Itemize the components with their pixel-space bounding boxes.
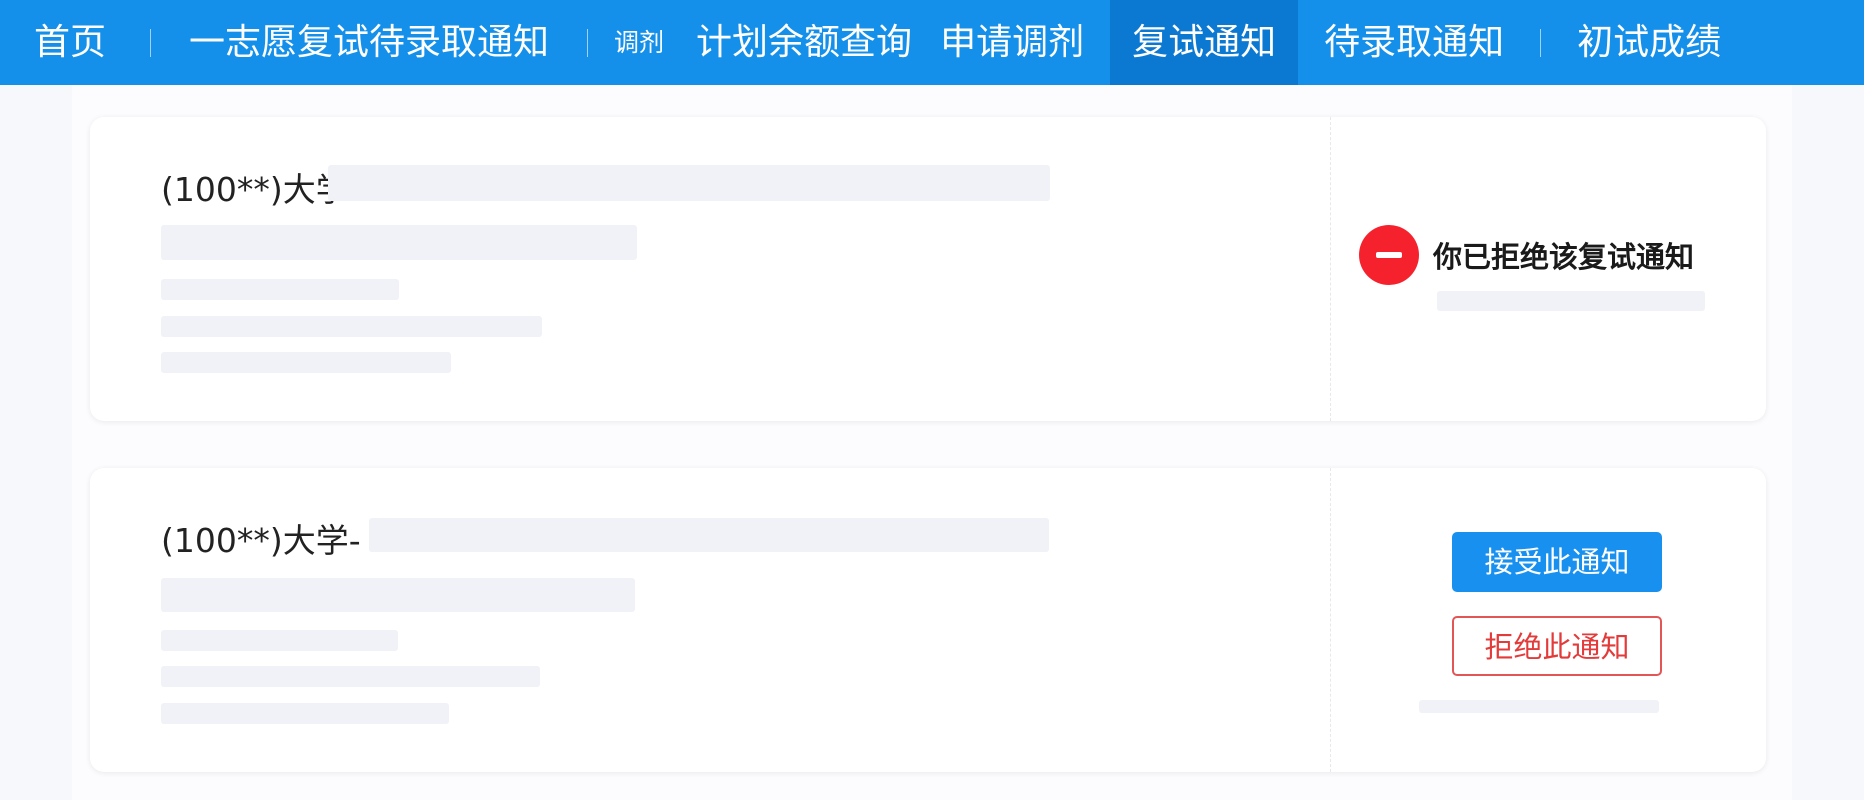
card-divider — [1330, 117, 1331, 421]
nav-separator — [587, 28, 589, 57]
redacted-line — [161, 703, 449, 724]
status-text: 你已拒绝该复试通知 — [1433, 240, 1695, 274]
redacted-line — [161, 666, 540, 687]
reject-notice-button[interactable]: 拒绝此通知 — [1452, 616, 1662, 676]
nav-separator — [150, 28, 152, 57]
nav-item-adjustment[interactable]: 调剂 — [614, 0, 664, 85]
card-divider — [1330, 468, 1331, 772]
redacted-line — [161, 225, 637, 260]
nav-item-pending-admission[interactable]: 待录取通知 — [1324, 0, 1504, 85]
redacted-status-detail — [1437, 291, 1705, 311]
school-title: (100**)大学- — [161, 514, 361, 562]
nav-separator — [1540, 28, 1542, 57]
redacted-action-detail — [1419, 700, 1659, 713]
redacted-line — [161, 578, 635, 612]
redacted-line — [161, 279, 399, 300]
nav-item-initial-score[interactable]: 初试成绩 — [1577, 0, 1721, 85]
rejected-status: 你已拒绝该复试通知 — [1359, 225, 1694, 285]
redacted-program — [369, 518, 1049, 552]
notice-list: (100**)大学- 你已拒绝该复试通知 (100**)大学- 接受此通知 拒绝… — [72, 85, 1792, 800]
nav-item-retest-notice[interactable]: 复试通知 — [1110, 0, 1299, 85]
top-nav: 首页 一志愿复试待录取通知 调剂 计划余额查询 申请调剂 复试通知 待录取通知 … — [0, 0, 1864, 85]
redacted-line — [161, 352, 451, 373]
accept-notice-button[interactable]: 接受此通知 — [1452, 532, 1662, 592]
redacted-line — [161, 316, 542, 337]
nav-item-first-choice-retest[interactable]: 一志愿复试待录取通知 — [189, 0, 549, 85]
school-name: (100**)大学- — [161, 521, 361, 560]
nav-item-quota-query[interactable]: 计划余额查询 — [696, 0, 912, 85]
redacted-program — [328, 165, 1050, 201]
notice-card: (100**)大学- 接受此通知 拒绝此通知 — [90, 468, 1766, 772]
nav-item-home[interactable]: 首页 — [34, 0, 106, 85]
nav-item-apply-adjustment[interactable]: 申请调剂 — [940, 0, 1084, 85]
minus-circle-icon — [1359, 225, 1419, 285]
notice-card: (100**)大学- 你已拒绝该复试通知 — [90, 117, 1766, 421]
redacted-line — [161, 630, 398, 651]
